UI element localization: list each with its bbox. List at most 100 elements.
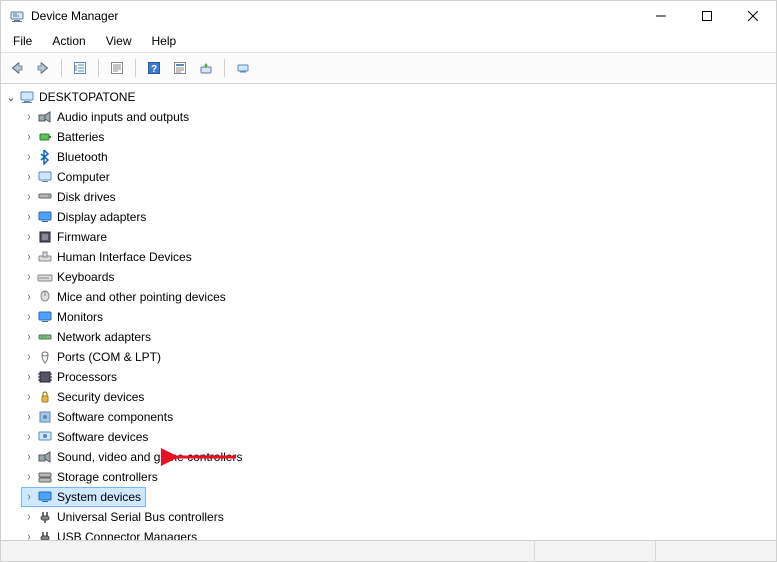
tree-node[interactable]: Software components: [21, 407, 178, 427]
expand-collapse-icon[interactable]: [22, 510, 36, 524]
menu-view[interactable]: View: [98, 32, 140, 50]
tree-node[interactable]: Security devices: [21, 387, 149, 407]
expand-collapse-icon[interactable]: [22, 210, 36, 224]
device-category-icon: [37, 189, 53, 205]
device-category-icon: [37, 229, 53, 245]
update-driver-button[interactable]: [194, 56, 218, 80]
expand-collapse-icon[interactable]: [22, 530, 36, 540]
back-button[interactable]: [5, 56, 29, 80]
tree-node[interactable]: Storage controllers: [21, 467, 163, 487]
expand-collapse-icon[interactable]: [22, 370, 36, 384]
device-category-icon: [37, 369, 53, 385]
close-button[interactable]: [730, 1, 776, 30]
expand-collapse-icon[interactable]: [4, 90, 18, 104]
device-category-icon: [37, 429, 53, 445]
tree-node[interactable]: Mice and other pointing devices: [21, 287, 231, 307]
expand-collapse-icon[interactable]: [22, 470, 36, 484]
expand-collapse-icon[interactable]: [22, 110, 36, 124]
menu-file[interactable]: File: [5, 32, 40, 50]
tree-node[interactable]: Human Interface Devices: [21, 247, 197, 267]
device-category-icon: [37, 349, 53, 365]
expand-collapse-icon[interactable]: [22, 450, 36, 464]
tree-node[interactable]: Universal Serial Bus controllers: [21, 507, 229, 527]
help-button[interactable]: ?: [142, 56, 166, 80]
device-tree: DESKTOPATONE Audio inputs and outputs Bat…: [3, 87, 776, 540]
device-manager-window: Device Manager File Action View Help ?: [0, 0, 777, 562]
device-category-icon: [37, 289, 53, 305]
expand-collapse-icon[interactable]: [22, 430, 36, 444]
tree-node[interactable]: Bluetooth: [21, 147, 113, 167]
expand-collapse-icon[interactable]: [22, 190, 36, 204]
tree-node-label: Ports (COM & LPT): [57, 350, 161, 364]
expand-collapse-icon[interactable]: [22, 130, 36, 144]
tree-root-node[interactable]: DESKTOPATONE: [3, 87, 140, 107]
expand-collapse-icon[interactable]: [22, 250, 36, 264]
tree-node[interactable]: Computer: [21, 167, 115, 187]
window-controls: [638, 1, 776, 30]
add-drivers-button[interactable]: [231, 56, 255, 80]
tree-node-label: Human Interface Devices: [57, 250, 192, 264]
tree-root-label: DESKTOPATONE: [39, 90, 135, 104]
minimize-button[interactable]: [638, 1, 684, 30]
tree-node[interactable]: Audio inputs and outputs: [21, 107, 194, 127]
tree-node-label: Batteries: [57, 130, 104, 144]
tree-node-label: Software devices: [57, 430, 148, 444]
svg-text:?: ?: [151, 64, 157, 75]
expand-collapse-icon[interactable]: [22, 310, 36, 324]
tree-node[interactable]: Network adapters: [21, 327, 156, 347]
tree-node-label: Software components: [57, 410, 173, 424]
expand-collapse-icon[interactable]: [22, 410, 36, 424]
window-title: Device Manager: [31, 9, 118, 23]
tree-node[interactable]: Monitors: [21, 307, 108, 327]
tree-node[interactable]: Processors: [21, 367, 122, 387]
tree-node[interactable]: Keyboards: [21, 267, 119, 287]
tree-node-label: Audio inputs and outputs: [57, 110, 189, 124]
forward-button[interactable]: [31, 56, 55, 80]
menu-action[interactable]: Action: [44, 32, 93, 50]
tree-node[interactable]: Sound, video and game controllers: [21, 447, 247, 467]
tree-node[interactable]: System devices: [21, 487, 146, 507]
tree-node-label: System devices: [57, 490, 141, 504]
tree-node[interactable]: Ports (COM & LPT): [21, 347, 166, 367]
toolbar: ?: [1, 53, 776, 84]
tree-node[interactable]: USB Connector Managers: [21, 527, 202, 540]
titlebar: Device Manager: [1, 1, 776, 30]
statusbar: [1, 540, 776, 561]
expand-collapse-icon[interactable]: [22, 330, 36, 344]
device-category-icon: [37, 249, 53, 265]
device-tree-panel[interactable]: DESKTOPATONE Audio inputs and outputs Bat…: [1, 84, 776, 540]
tree-node-label: Disk drives: [57, 190, 116, 204]
menubar: File Action View Help: [1, 30, 776, 53]
device-manager-icon: [9, 8, 25, 24]
device-category-icon: [37, 109, 53, 125]
device-category-icon: [37, 529, 53, 540]
device-category-list: Audio inputs and outputs Batteries Bluetoo…: [3, 107, 776, 540]
device-category-icon: [37, 389, 53, 405]
expand-collapse-icon[interactable]: [22, 390, 36, 404]
show-hide-tree-button[interactable]: [68, 56, 92, 80]
tree-node[interactable]: Display adapters: [21, 207, 151, 227]
tree-node[interactable]: Disk drives: [21, 187, 121, 207]
device-category-icon: [37, 309, 53, 325]
tree-node-label: Display adapters: [57, 210, 146, 224]
expand-collapse-icon[interactable]: [22, 150, 36, 164]
maximize-button[interactable]: [684, 1, 730, 30]
expand-collapse-icon[interactable]: [22, 230, 36, 244]
expand-collapse-icon[interactable]: [22, 170, 36, 184]
tree-node[interactable]: Batteries: [21, 127, 109, 147]
device-category-icon: [37, 209, 53, 225]
status-cell: [1, 541, 535, 561]
expand-collapse-icon[interactable]: [22, 290, 36, 304]
device-category-icon: [37, 149, 53, 165]
scan-hardware-button[interactable]: [168, 56, 192, 80]
expand-collapse-icon[interactable]: [22, 350, 36, 364]
expand-collapse-icon[interactable]: [22, 270, 36, 284]
tree-node-label: Bluetooth: [57, 150, 108, 164]
tree-node[interactable]: Firmware: [21, 227, 112, 247]
tree-node-label: Security devices: [57, 390, 144, 404]
menu-help[interactable]: Help: [144, 32, 185, 50]
expand-collapse-icon[interactable]: [22, 490, 36, 504]
tree-node[interactable]: Software devices: [21, 427, 153, 447]
device-category-icon: [37, 409, 53, 425]
properties-button[interactable]: [105, 56, 129, 80]
